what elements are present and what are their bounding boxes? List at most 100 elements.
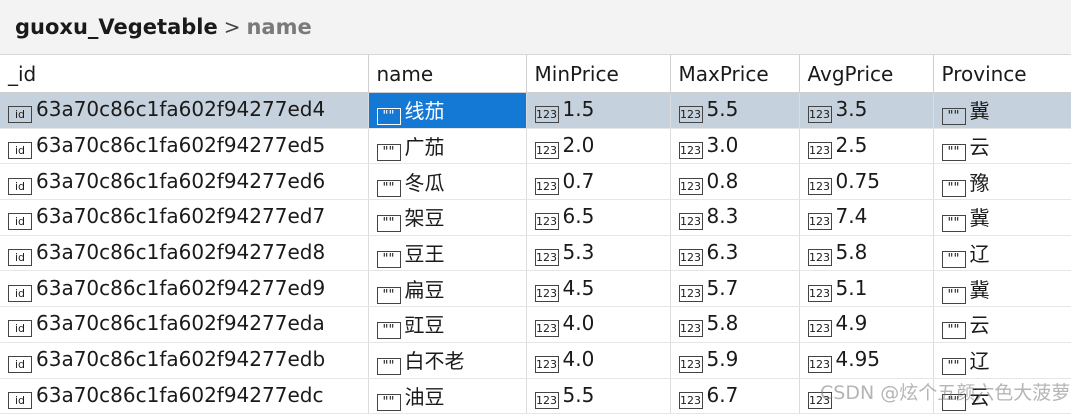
- number-type-icon: 123: [807, 320, 832, 338]
- table-row[interactable]: id 63a70c86c1fa602f94277eda "" 豇豆 123 4.0 123 5…: [0, 306, 1071, 343]
- cell-avgprice[interactable]: 123 5.8: [799, 235, 934, 272]
- cell-value: 冬瓜: [404, 170, 445, 195]
- cell-value: 白不老: [404, 349, 465, 374]
- cell-id[interactable]: id 63a70c86c1fa602f94277ed9: [0, 270, 369, 308]
- cell-value: 辽: [969, 349, 990, 374]
- cell-value: 4.0: [562, 311, 595, 336]
- number-type-icon: 123: [534, 356, 559, 374]
- cell-province[interactable]: "" 辽: [933, 342, 1071, 379]
- cell-minprice[interactable]: 123 6.5: [526, 199, 671, 236]
- string-type-icon: "": [941, 393, 966, 411]
- table-row[interactable]: id 63a70c86c1fa602f94277edb "" 白不老 123 4.0 123…: [0, 342, 1071, 379]
- cell-avgprice[interactable]: 123 0.75: [799, 163, 934, 201]
- cell-avgprice[interactable]: 123 3.5: [799, 92, 934, 129]
- cell-maxprice[interactable]: 123 6.7: [670, 378, 800, 414]
- cell-name[interactable]: "" 豆王: [368, 235, 527, 272]
- string-type-icon: "": [376, 393, 401, 411]
- cell-name[interactable]: "" 豇豆: [368, 306, 527, 343]
- table-row[interactable]: id 63a70c86c1fa602f94277ed4 "" 线茄 123 1.5 123 5…: [0, 92, 1071, 129]
- cell-province[interactable]: "" 冀: [933, 92, 1071, 129]
- table-row[interactable]: id 63a70c86c1fa602f94277ed7 "" 架豆 123 6.5 123 8…: [0, 199, 1071, 236]
- number-type-icon: 123: [807, 249, 832, 267]
- cell-minprice[interactable]: 123 5.3: [526, 235, 671, 272]
- table-row[interactable]: id 63a70c86c1fa602f94277ed8 "" 豆王 123 5.3 123 6…: [0, 235, 1071, 272]
- cell-minprice[interactable]: 123 1.5: [526, 92, 671, 129]
- number-type-icon: 123: [678, 249, 703, 267]
- cell-value: 6.5: [562, 204, 595, 229]
- column-header-minprice[interactable]: MinPrice: [526, 55, 671, 93]
- cell-province[interactable]: "" 辽: [933, 235, 1071, 272]
- table-row[interactable]: id 63a70c86c1fa602f94277edc "" 油豆 123 5.5 123 6…: [0, 378, 1071, 414]
- cell-avgprice[interactable]: 123 4.9: [799, 306, 934, 343]
- number-type-icon: 123: [534, 249, 559, 267]
- cell-minprice[interactable]: 123 2.0: [526, 128, 671, 165]
- cell-value: 63a70c86c1fa602f94277edb: [36, 347, 326, 372]
- cell-name[interactable]: "" 油豆: [368, 378, 527, 414]
- number-type-icon: 123: [678, 106, 703, 124]
- table-row[interactable]: id 63a70c86c1fa602f94277ed6 "" 冬瓜 123 0.7 123 0…: [0, 163, 1071, 201]
- cell-province[interactable]: "" 云: [933, 378, 1071, 414]
- field-name[interactable]: name: [246, 15, 311, 39]
- cell-maxprice[interactable]: 123 8.3: [670, 199, 800, 236]
- cell-minprice[interactable]: 123 0.7: [526, 163, 671, 201]
- cell-name[interactable]: "" 线茄: [368, 92, 527, 129]
- cell-id[interactable]: id 63a70c86c1fa602f94277eda: [0, 306, 369, 343]
- cell-minprice[interactable]: 123 4.5: [526, 270, 671, 308]
- table-row[interactable]: id 63a70c86c1fa602f94277ed5 "" 广茄 123 2.0 123 3…: [0, 128, 1071, 165]
- cell-id[interactable]: id 63a70c86c1fa602f94277ed5: [0, 128, 369, 165]
- column-header-avgprice[interactable]: AvgPrice: [799, 55, 934, 93]
- cell-maxprice[interactable]: 123 3.0: [670, 128, 800, 165]
- column-header-province[interactable]: Province: [933, 55, 1071, 93]
- column-header-maxprice[interactable]: MaxPrice: [670, 55, 800, 93]
- cell-id[interactable]: id 63a70c86c1fa602f94277edb: [0, 342, 369, 379]
- cell-value: 8.3: [706, 204, 739, 229]
- cell-value: 0.7: [562, 168, 595, 193]
- number-type-icon: 123: [678, 177, 703, 195]
- cell-maxprice[interactable]: 123 5.7: [670, 270, 800, 308]
- cell-province[interactable]: "" 云: [933, 128, 1071, 165]
- cell-id[interactable]: id 63a70c86c1fa602f94277ed8: [0, 235, 369, 272]
- string-type-icon: "": [376, 286, 401, 304]
- cell-avgprice[interactable]: 123 7.4: [799, 199, 934, 236]
- cell-minprice[interactable]: 123 5.5: [526, 378, 671, 414]
- cell-name[interactable]: "" 扁豆: [368, 270, 527, 308]
- cell-id[interactable]: id 63a70c86c1fa602f94277ed4: [0, 92, 369, 129]
- number-type-icon: 123: [534, 177, 559, 195]
- number-type-icon: 123: [534, 284, 559, 302]
- cell-id[interactable]: id 63a70c86c1fa602f94277ed6: [0, 163, 369, 201]
- cell-name[interactable]: "" 架豆: [368, 199, 527, 236]
- number-type-icon: 123: [534, 106, 559, 124]
- cell-province[interactable]: "" 冀: [933, 270, 1071, 308]
- cell-name[interactable]: "" 冬瓜: [368, 163, 527, 201]
- cell-minprice[interactable]: 123 4.0: [526, 342, 671, 379]
- objectid-type-icon: id: [8, 142, 32, 160]
- cell-value: 6.7: [706, 382, 739, 407]
- table-row[interactable]: id 63a70c86c1fa602f94277ed9 "" 扁豆 123 4.5 123 5…: [0, 270, 1071, 308]
- cell-province[interactable]: "" 云: [933, 306, 1071, 343]
- cell-avgprice[interactable]: 123 2.5: [799, 128, 934, 165]
- cell-name[interactable]: "" 广茄: [368, 128, 527, 165]
- cell-value: 63a70c86c1fa602f94277ed8: [36, 240, 326, 265]
- cell-id[interactable]: id 63a70c86c1fa602f94277ed7: [0, 199, 369, 236]
- column-header-id[interactable]: _id: [0, 55, 369, 93]
- cell-avgprice[interactable]: 123 4.95: [799, 342, 934, 379]
- collection-name[interactable]: guoxu_Vegetable: [15, 15, 218, 39]
- cell-value: 5.1: [835, 275, 868, 300]
- cell-maxprice[interactable]: 123 5.8: [670, 306, 800, 343]
- cell-maxprice[interactable]: 123 0.8: [670, 163, 800, 201]
- string-type-icon: "": [941, 286, 966, 304]
- column-header-name[interactable]: name: [368, 55, 527, 93]
- cell-avgprice[interactable]: 123 5.1: [799, 270, 934, 308]
- cell-maxprice[interactable]: 123 5.9: [670, 342, 800, 379]
- cell-province[interactable]: "" 冀: [933, 199, 1071, 236]
- cell-minprice[interactable]: 123 4.0: [526, 306, 671, 343]
- cell-maxprice[interactable]: 123 6.3: [670, 235, 800, 272]
- cell-value: 4.0: [562, 347, 595, 372]
- cell-value: 冀: [969, 206, 990, 231]
- cell-avgprice[interactable]: 123: [799, 378, 934, 414]
- cell-value: 油豆: [404, 384, 445, 409]
- cell-maxprice[interactable]: 123 5.5: [670, 92, 800, 129]
- cell-name[interactable]: "" 白不老: [368, 342, 527, 379]
- cell-id[interactable]: id 63a70c86c1fa602f94277edc: [0, 378, 369, 414]
- cell-province[interactable]: "" 豫: [933, 163, 1071, 201]
